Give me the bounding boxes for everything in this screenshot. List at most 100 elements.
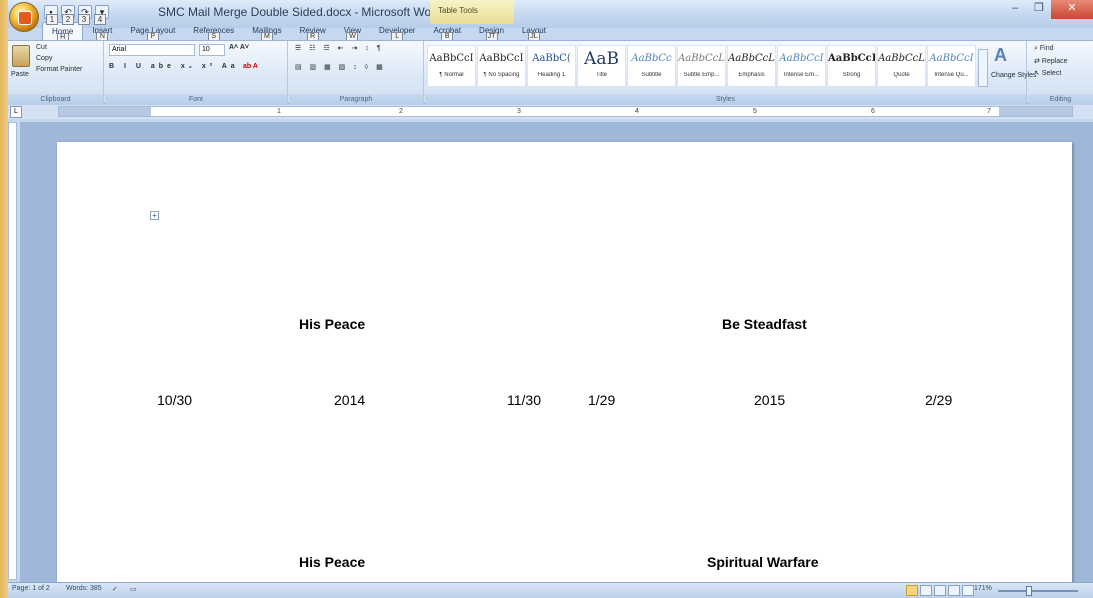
macro-record-icon[interactable]: ▭ xyxy=(130,585,137,593)
label-title[interactable]: Spiritual Warfare xyxy=(707,554,819,570)
page-count[interactable]: Page: 1 of 2 xyxy=(12,585,50,592)
proofing-icon[interactable]: ✓ xyxy=(112,585,118,593)
style-sample: AaBbCcI xyxy=(479,53,524,64)
editing-group: ⌕ Find ⇄ Replace ↖ Select Editing xyxy=(1028,41,1093,105)
ruler-number: 3 xyxy=(517,108,521,115)
editing-group-label: Editing xyxy=(1028,94,1093,105)
label-end-date[interactable]: 11/30 xyxy=(507,392,541,408)
style-intense-emphasis[interactable]: AaBbCcI Intense Em... xyxy=(777,45,826,87)
web-layout-view-icon[interactable] xyxy=(934,585,946,596)
label-year[interactable]: 2014 xyxy=(334,392,365,408)
style-normal[interactable]: AaBbCcI ¶ Normal xyxy=(427,45,476,87)
ruler-number: 6 xyxy=(871,108,875,115)
vertical-ruler[interactable] xyxy=(8,122,17,580)
tab-selector[interactable]: L xyxy=(10,106,22,118)
paste-label[interactable]: Paste xyxy=(11,71,29,78)
word-window: ▪ ↶ ↷ ▾ 1 2 3 4 SMC Mail Merge Double Si… xyxy=(8,0,1093,598)
style-heading-1[interactable]: AaBbC( Heading 1 xyxy=(527,45,576,87)
minimize-button[interactable]: – xyxy=(1003,0,1027,19)
zoom-slider[interactable] xyxy=(998,590,1078,592)
ruler-number: 1 xyxy=(277,108,281,115)
style-subtitle[interactable]: AaBbCc Subtitle xyxy=(627,45,676,87)
label-start-date[interactable]: 1/29 xyxy=(588,392,615,408)
paste-icon[interactable] xyxy=(12,45,30,67)
office-logo-icon xyxy=(18,11,32,25)
style-strong[interactable]: AaBbCcI Strong xyxy=(827,45,876,87)
font-color-icon[interactable]: ab A xyxy=(243,63,258,70)
select-button[interactable]: ↖ Select xyxy=(1034,69,1061,77)
cut-button[interactable]: Cut xyxy=(36,44,47,51)
list-buttons[interactable]: ☰ ☷ ☲ ⇤ ⇥ ↕ ¶ xyxy=(295,44,384,52)
copy-button[interactable]: Copy xyxy=(36,55,52,62)
style-sample: AaBbCc xyxy=(631,53,672,64)
style-quote[interactable]: AaBbCcL Quote xyxy=(877,45,926,87)
tab-developer[interactable]: Developer L xyxy=(370,22,424,42)
zoom-slider-handle[interactable] xyxy=(1026,586,1032,596)
ruler-margin xyxy=(59,107,151,116)
change-styles-icon[interactable]: A xyxy=(994,45,1007,66)
document-name: SMC Mail Merge Double Sided.docx xyxy=(158,5,352,19)
format-painter-button[interactable]: Format Painter xyxy=(36,66,82,73)
style-sample: AaBbCcI xyxy=(779,53,824,64)
document-workspace[interactable]: + His Peace Be Steadfast 10/30 2014 11/3… xyxy=(20,122,1093,582)
tab-acrobat[interactable]: Acrobat B xyxy=(424,22,470,42)
table-tools-contextual-header: Table Tools xyxy=(430,0,514,24)
tab-layout[interactable]: Layout JL xyxy=(513,22,555,42)
style-sample: AaBbCcI xyxy=(929,53,974,64)
close-button[interactable]: ✕ xyxy=(1051,0,1093,19)
style-title[interactable]: AaB Title xyxy=(577,45,626,87)
maximize-button[interactable]: ❐ xyxy=(1027,0,1051,19)
ruler-margin xyxy=(999,107,1072,116)
font-size-field[interactable]: 10 xyxy=(199,44,225,56)
style-emphasis[interactable]: AaBbCcL Emphasis xyxy=(727,45,776,87)
title-separator: - xyxy=(354,5,359,19)
replace-button[interactable]: ⇄ Replace xyxy=(1034,57,1068,65)
document-page[interactable]: + His Peace Be Steadfast 10/30 2014 11/3… xyxy=(57,142,1072,582)
status-bar: Page: 1 of 2 Words: 385 ✓ ▭ 171% xyxy=(8,582,1093,598)
grow-font-icon[interactable]: A˄ A˅ xyxy=(229,44,249,51)
styles-group-label: Styles xyxy=(425,94,1026,105)
label-title[interactable]: His Peace xyxy=(299,554,365,570)
outline-view-icon[interactable] xyxy=(948,585,960,596)
tab-view[interactable]: View W xyxy=(335,22,370,42)
label-end-date[interactable]: 2/29 xyxy=(925,392,952,408)
tab-design[interactable]: Design JT xyxy=(470,22,513,42)
replace-label: Replace xyxy=(1041,58,1068,65)
style-intense-quote[interactable]: AaBbCcI Intense Qu... xyxy=(927,45,976,87)
label-start-date[interactable]: 10/30 xyxy=(157,392,192,408)
style-name: Strong xyxy=(842,72,861,78)
font-group-label: Font xyxy=(105,94,287,105)
style-name: ¶ Normal xyxy=(439,72,464,78)
tab-mailings[interactable]: Mailings M xyxy=(243,22,290,42)
horizontal-ruler[interactable]: 1 2 3 4 5 6 7 xyxy=(58,106,1073,117)
style-sample: AaB xyxy=(584,49,619,69)
style-name: Quote xyxy=(893,72,910,78)
word-count[interactable]: Words: 385 xyxy=(66,585,102,592)
label-year[interactable]: 2015 xyxy=(754,392,785,408)
qat-keytip: 1 xyxy=(46,14,58,25)
tab-page-layout[interactable]: Page Layout P xyxy=(121,22,184,42)
font-name-field[interactable]: Arial xyxy=(109,44,195,56)
draft-view-icon[interactable] xyxy=(962,585,974,596)
zoom-level[interactable]: 171% xyxy=(974,585,992,592)
label-title[interactable]: Be Steadfast xyxy=(722,316,807,332)
tab-review[interactable]: Review R xyxy=(291,22,335,42)
label-title[interactable]: His Peace xyxy=(299,316,365,332)
style-sample: AaBbCcL xyxy=(678,53,725,64)
align-buttons[interactable]: ▤ ▥ ▦ ▧ ↕ ◊ ▦ xyxy=(295,63,386,71)
paragraph-group-label: Paragraph xyxy=(289,94,423,105)
table-tools-label: Table Tools xyxy=(438,6,478,15)
style-sample: AaBbCcL xyxy=(728,53,775,64)
style-no-spacing[interactable]: AaBbCcI ¶ No Spacing xyxy=(477,45,526,87)
font-format-buttons[interactable]: B I U abe x₂ x² Aa xyxy=(109,63,239,70)
tab-references[interactable]: References S xyxy=(184,22,243,42)
styles-scroll-icon[interactable] xyxy=(978,49,988,87)
office-button[interactable] xyxy=(9,2,39,32)
select-label: Select xyxy=(1041,70,1062,77)
table-move-handle-icon[interactable]: + xyxy=(150,211,159,220)
find-button[interactable]: ⌕ Find xyxy=(1034,45,1054,53)
print-layout-view-icon[interactable] xyxy=(906,585,918,596)
full-screen-reading-view-icon[interactable] xyxy=(920,585,932,596)
style-subtle-emphasis[interactable]: AaBbCcL Subtle Emp... xyxy=(677,45,726,87)
ruler-number: 4 xyxy=(635,108,639,115)
